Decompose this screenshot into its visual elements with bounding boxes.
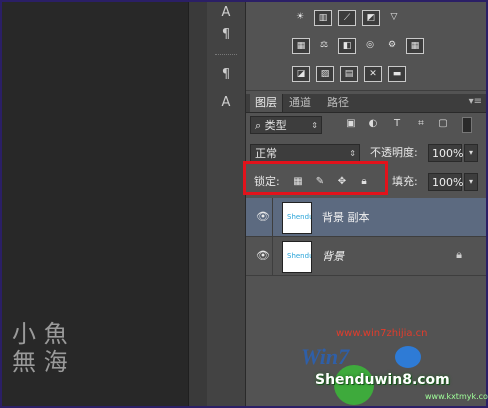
levels-icon[interactable]: ▥ bbox=[314, 10, 332, 26]
lock-label: 锁定: bbox=[254, 175, 280, 188]
blend-row: 正常 ⇕ 不透明度: 100% ▾ bbox=[250, 144, 482, 164]
color-lookup-icon[interactable]: ▦ bbox=[406, 38, 424, 54]
lock-position-icon[interactable]: ✥ bbox=[336, 176, 348, 188]
smart-object-filter-icon[interactable]: ▢ bbox=[436, 117, 450, 131]
hue-saturation-icon[interactable]: ▦ bbox=[292, 38, 310, 54]
layers-panel-group: ☀ ▥ ⟋ ◩ ▽ ▦ ⚖ ◧ ◎ ⚙ ▦ ◪ ▨ ▤ ✕ ▬ 图层 通道 路径… bbox=[246, 2, 486, 406]
corner-calligraphy-logo: 小 魚 無 海 bbox=[12, 320, 68, 376]
channel-mixer-icon[interactable]: ⚙ bbox=[384, 38, 400, 52]
lock-image-pixels-icon[interactable]: ✎ bbox=[314, 176, 326, 188]
fill-input[interactable]: 100% bbox=[428, 173, 463, 191]
type-filter-icon[interactable]: T bbox=[390, 117, 404, 131]
threshold-icon[interactable]: ▤ bbox=[340, 66, 358, 82]
layer-thumbnail: Shendu bbox=[282, 241, 312, 273]
brightness-icon[interactable]: ☀ bbox=[292, 10, 308, 24]
layer-name[interactable]: 背景 副本 bbox=[322, 209, 370, 225]
opacity-input[interactable]: 100% bbox=[428, 144, 463, 162]
paragraph-styles-icon[interactable]: ¶ bbox=[215, 66, 237, 84]
chevron-updown-icon: ⇕ bbox=[311, 121, 318, 130]
fill-dropdown-button[interactable]: ▾ bbox=[464, 173, 478, 191]
eye-column-divider bbox=[272, 237, 273, 275]
panel-gutter bbox=[188, 2, 208, 406]
selective-color-icon[interactable]: ✕ bbox=[364, 66, 382, 82]
visibility-eye-icon[interactable]: 👁︎ bbox=[256, 210, 270, 223]
photo-filter-icon[interactable]: ◎ bbox=[362, 38, 378, 52]
search-icon: ⌕ bbox=[255, 119, 262, 132]
eye-column-divider bbox=[272, 198, 273, 236]
opacity-dropdown-button[interactable]: ▾ bbox=[464, 144, 478, 162]
strip-divider bbox=[215, 54, 237, 57]
windows-logo-icon bbox=[395, 346, 421, 368]
layer-name[interactable]: 背景 bbox=[322, 248, 344, 264]
lock-transparent-pixels-icon[interactable]: ▦ bbox=[292, 176, 304, 188]
tab-paths[interactable]: 路径 bbox=[322, 94, 354, 112]
gradient-map-icon[interactable]: ▬ bbox=[388, 66, 406, 82]
exposure-icon[interactable]: ◩ bbox=[362, 10, 380, 26]
blend-mode-select[interactable]: 正常 ⇕ bbox=[250, 144, 360, 162]
filter-kind-label: 类型 bbox=[264, 119, 287, 132]
character-panel-icon[interactable]: A bbox=[215, 4, 237, 22]
character-styles-icon[interactable]: A bbox=[215, 94, 237, 112]
lock-row: 锁定: ▦ ✎ ✥ 🔒︎ 填充: 100% ▾ bbox=[250, 173, 482, 193]
blend-mode-label: 正常 bbox=[255, 147, 277, 160]
photoshop-window: 小 魚 無 海 A ¶ ¶ A ☀ ▥ ⟋ ◩ ▽ ▦ ⚖ ◧ ◎ ⚙ ▦ ◪ … bbox=[2, 2, 486, 406]
layer-thumbnail: Shendu bbox=[282, 202, 312, 234]
lock-all-icon[interactable]: 🔒︎ bbox=[358, 176, 370, 188]
color-balance-icon[interactable]: ⚖ bbox=[316, 38, 332, 52]
black-white-icon[interactable]: ◧ bbox=[338, 38, 356, 54]
thumbnail-artwork: Shendu bbox=[287, 213, 312, 221]
tab-layers[interactable]: 图层 bbox=[250, 94, 283, 112]
watermark-sub: www.kxtmyk.com bbox=[425, 392, 488, 401]
shape-filter-icon[interactable]: ⌗ bbox=[414, 117, 428, 131]
watermark-url: www.win7zhijia.cn bbox=[336, 328, 428, 339]
pixel-filter-icon[interactable]: ▣ bbox=[344, 117, 358, 131]
panel-tabs: 图层 通道 路径 ▾≡ bbox=[246, 94, 486, 113]
filter-toggle-switch[interactable] bbox=[462, 117, 472, 133]
layer-filter-row: ⌕ 类型 ⇕ ▣ ◐ T ⌗ ▢ bbox=[250, 116, 482, 136]
invert-icon[interactable]: ◪ bbox=[292, 66, 310, 82]
layer-lock-icon: 🔒︎ bbox=[456, 248, 462, 261]
watermark-site: Shenduwin8.com bbox=[315, 372, 450, 388]
filter-kind-select[interactable]: ⌕ 类型 ⇕ bbox=[250, 116, 322, 134]
tab-channels[interactable]: 通道 bbox=[284, 94, 316, 112]
visibility-eye-icon[interactable]: 👁︎ bbox=[256, 249, 270, 262]
layer-row[interactable]: 👁︎ Shendu 背景 🔒︎ bbox=[246, 237, 486, 276]
thumbnail-artwork: Shendu bbox=[287, 252, 312, 260]
vibrance-icon[interactable]: ▽ bbox=[386, 10, 402, 24]
curves-icon[interactable]: ⟋ bbox=[338, 10, 356, 26]
panel-menu-icon[interactable]: ▾≡ bbox=[469, 96, 482, 107]
document-canvas[interactable]: 小 魚 無 海 bbox=[2, 2, 188, 406]
adjustments-panel: ☀ ▥ ⟋ ◩ ▽ ▦ ⚖ ◧ ◎ ⚙ ▦ ◪ ▨ ▤ ✕ ▬ bbox=[246, 2, 486, 91]
chevron-updown-icon: ⇕ bbox=[349, 149, 356, 158]
watermark-brand: Win7 bbox=[301, 344, 350, 369]
paragraph-panel-icon[interactable]: ¶ bbox=[215, 26, 237, 44]
layer-list: 👁︎ Shendu 背景 副本 👁︎ Shendu 背景 🔒︎ bbox=[246, 198, 486, 278]
opacity-label: 不透明度: bbox=[370, 146, 418, 159]
layer-row[interactable]: 👁︎ Shendu 背景 副本 bbox=[246, 198, 486, 237]
fill-label: 填充: bbox=[392, 175, 418, 188]
posterize-icon[interactable]: ▨ bbox=[316, 66, 334, 82]
adjustment-filter-icon[interactable]: ◐ bbox=[366, 117, 380, 131]
collapsed-tool-strip: A ¶ ¶ A bbox=[207, 2, 246, 406]
